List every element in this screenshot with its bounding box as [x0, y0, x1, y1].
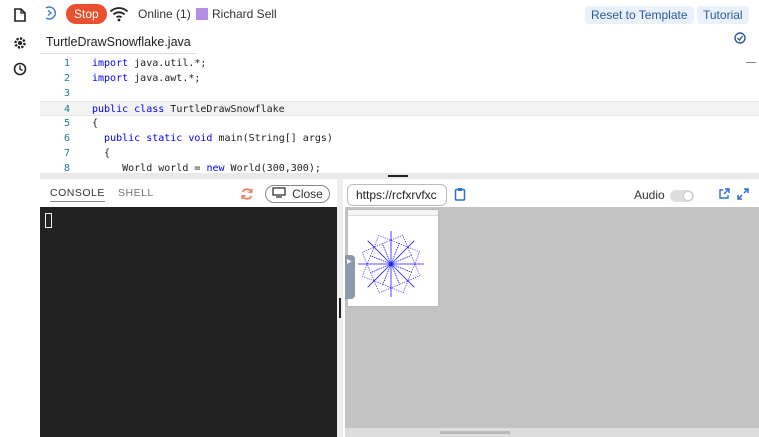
close-label: Close: [292, 187, 323, 201]
code-line[interactable]: 1 import java.util.*;: [40, 56, 759, 71]
preview-area[interactable]: ▶: [345, 207, 759, 437]
external-link-icon[interactable]: [718, 188, 730, 200]
divider-handle[interactable]: [388, 175, 408, 177]
stop-button[interactable]: Stop: [66, 4, 107, 24]
close-button[interactable]: Close: [265, 185, 330, 203]
clipboard-icon[interactable]: [454, 187, 466, 201]
online-status: Online (1): [138, 7, 191, 21]
code-text: import java.awt.*;: [92, 73, 201, 84]
line-number: 3: [63, 88, 70, 99]
preview-url-field[interactable]: https://rcfxrvfxc: [347, 184, 447, 206]
user-name: Richard Sell: [212, 7, 277, 21]
tab-shell[interactable]: SHELL: [118, 187, 154, 199]
line-number: 7: [63, 148, 70, 159]
tab-console[interactable]: CONSOLE: [50, 187, 105, 202]
user-color-swatch: [196, 8, 208, 20]
audio-label: Audio: [634, 188, 665, 202]
file-tab[interactable]: TurtleDrawSnowflake.java: [40, 30, 197, 54]
code-line[interactable]: 4 public class TurtleDrawSnowflake: [40, 101, 759, 116]
top-bar: Stop Online (1) Richard Sell Reset to Te…: [40, 0, 759, 28]
minimap-marker: [746, 62, 756, 63]
clock-icon[interactable]: [12, 61, 28, 77]
line-number: 1: [63, 58, 70, 69]
tutorial-button[interactable]: Tutorial: [697, 6, 749, 24]
turtle-world-window[interactable]: [347, 209, 439, 307]
line-number: 8: [63, 163, 70, 173]
side-panel-tab[interactable]: ▶: [345, 255, 355, 299]
code-text: public static void main(String[] args): [104, 133, 333, 144]
audio-toggle-knob[interactable]: [683, 191, 693, 201]
code-text: {: [92, 118, 99, 129]
code-line[interactable]: 5{: [40, 116, 759, 131]
run-icon[interactable]: [43, 6, 57, 20]
console-cursor: [45, 213, 52, 228]
code-editor[interactable]: 1 import java.util.*; 2 import java.awt.*; 3…: [40, 54, 759, 173]
console-output[interactable]: [40, 207, 337, 437]
code-text: public class TurtleDrawSnowflake: [92, 104, 285, 115]
wifi-icon: [109, 6, 129, 22]
console-tabbar: CONSOLE SHELL Close: [40, 181, 337, 207]
app-root: Stop Online (1) Richard Sell Reset to Te…: [0, 0, 759, 437]
line-number: 5: [63, 118, 70, 129]
code-text: {: [104, 148, 111, 159]
file-icon[interactable]: [12, 7, 28, 23]
line-number: 4: [63, 104, 70, 115]
divider-grip[interactable]: [339, 298, 341, 318]
line-number: 2: [63, 73, 70, 84]
preview-bottom-bar: [345, 428, 759, 437]
monitor-icon: [272, 187, 286, 201]
gear-icon[interactable]: [12, 35, 28, 51]
code-text: World world = new World(300,300);: [122, 163, 321, 173]
check-circle-icon[interactable]: [734, 32, 746, 44]
left-rail: [0, 0, 40, 437]
reset-template-button[interactable]: Reset to Template: [585, 6, 694, 24]
side-tab-arrow-icon: ▶: [347, 259, 352, 265]
preview-scrollbar[interactable]: [440, 431, 510, 434]
code-line[interactable]: 8 World world = new World(300,300);: [40, 161, 759, 173]
expand-icon[interactable]: [737, 188, 749, 200]
code-line[interactable]: 7 {: [40, 146, 759, 161]
code-line[interactable]: 6 public static void main(String[] args): [40, 131, 759, 146]
code-line[interactable]: 3: [40, 86, 759, 101]
line-number: 6: [63, 133, 70, 144]
code-line[interactable]: 2 import java.awt.*;: [40, 71, 759, 86]
code-text: import java.util.*;: [92, 58, 207, 69]
refresh-icon[interactable]: [240, 187, 254, 201]
snowflake-drawing: [358, 231, 424, 297]
